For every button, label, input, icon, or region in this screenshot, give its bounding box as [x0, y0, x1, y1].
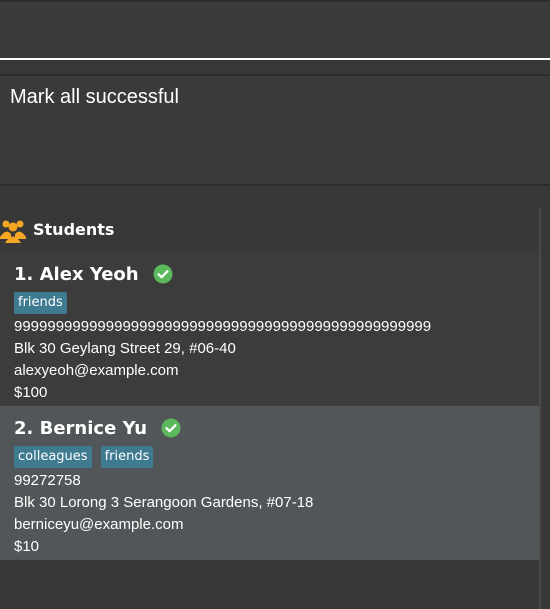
panel-header: Students	[0, 208, 540, 252]
student-address: Blk 30 Geylang Street 29, #06-40	[14, 340, 236, 357]
student-name: 1. Alex Yeoh	[14, 263, 139, 285]
tag: colleagues	[14, 446, 92, 468]
tag-list: colleagues friends	[14, 446, 526, 468]
scrollbar[interactable]	[539, 208, 541, 609]
tag: friends	[100, 446, 154, 468]
student-card[interactable]: 2. Bernice Yu colleagues friends 9927275…	[0, 406, 540, 560]
student-amount: $10	[14, 538, 40, 555]
student-name: 2. Bernice Yu	[14, 417, 148, 439]
student-email: berniceyu@example.com	[14, 516, 184, 533]
student-address: Blk 30 Lorong 3 Serangoon Gardens, #07-1…	[14, 494, 314, 511]
divider	[0, 184, 550, 192]
panel-title: Students	[33, 220, 115, 239]
tag-list: friends	[14, 292, 526, 314]
result-message: Mark all successful	[10, 86, 179, 108]
student-phone: 99272758	[14, 472, 81, 489]
tag: friends	[14, 292, 67, 314]
student-phone: 9999999999999999999999999999999999999999…	[14, 318, 432, 335]
group-icon	[0, 220, 26, 243]
student-list-panel: Students 1. Alex Yeoh friends 9999999999…	[0, 208, 540, 609]
result-display: Mark all successful	[0, 76, 550, 184]
check-circle-icon	[161, 418, 181, 438]
command-input[interactable]	[0, 0, 550, 58]
student-card[interactable]: 1. Alex Yeoh friends 9999999999999999999…	[0, 252, 540, 406]
divider	[0, 60, 550, 76]
check-circle-icon	[153, 264, 173, 284]
student-amount: $100	[14, 384, 48, 401]
student-email: alexyeoh@example.com	[14, 362, 179, 379]
